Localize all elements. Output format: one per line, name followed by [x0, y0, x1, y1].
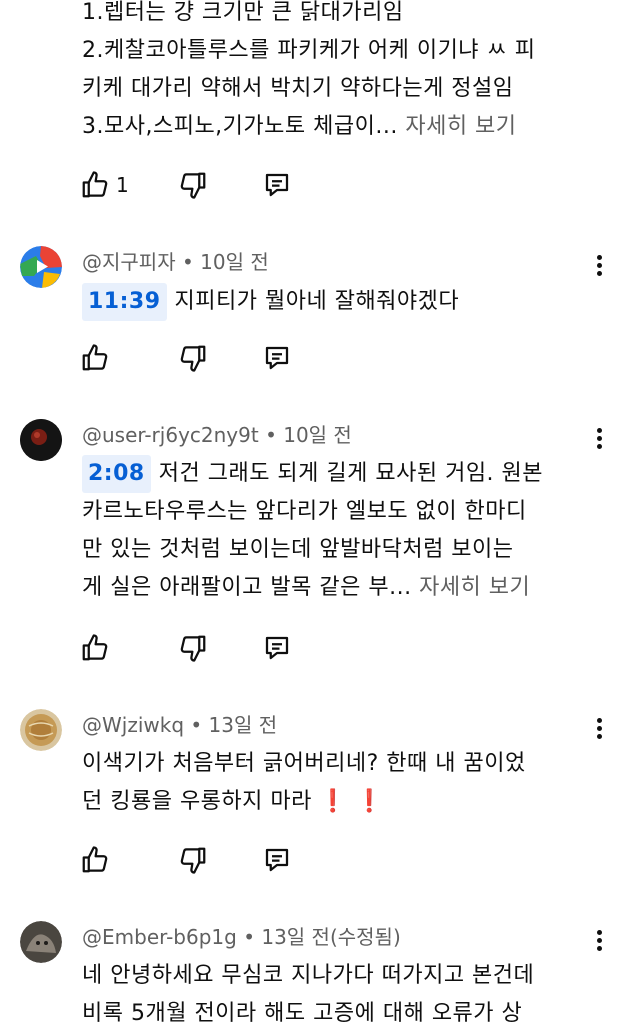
comment-text-line: 11:39 지피티가 뭘아네 잘해줘야겠다 — [82, 283, 459, 321]
author-name[interactable]: @Ember-b6p1g — [82, 925, 237, 949]
reply-button[interactable] — [262, 170, 292, 200]
reply-icon — [265, 173, 289, 197]
reply-button[interactable] — [262, 845, 292, 875]
dislike-icon — [180, 172, 206, 199]
author-name[interactable]: @지구피자 — [82, 250, 176, 274]
more-vert-icon[interactable] — [592, 252, 606, 282]
more-vert-icon[interactable] — [592, 425, 606, 455]
avatar[interactable] — [20, 709, 62, 751]
comment-text: 던 킹룡을 우롱하지 마라 — [82, 789, 312, 814]
comment-text-line: 2:08 저건 그래도 되게 길게 묘사된 거임. 원본 — [82, 455, 543, 493]
reply-icon — [265, 848, 289, 872]
comment-time: 13일 전(수정됨) — [261, 925, 401, 949]
comment-text: 저건 그래도 되게 길게 묘사된 거임. 원본 — [158, 461, 544, 486]
avatar[interactable] — [20, 419, 62, 461]
comment-meta: @지구피자 • 10일 전 — [82, 250, 269, 274]
timestamp-link[interactable]: 2:08 — [82, 455, 151, 493]
comment-text-line: 1.렙터는 걍 크기만 큰 닭대가리임 — [82, 0, 404, 25]
comment-meta: @Ember-b6p1g • 13일 전(수정됨) — [82, 925, 401, 949]
comment-text-line: 비록 5개월 전이라 해도 고증에 대해 오류가 상 — [82, 1001, 523, 1026]
comment-text: 3.모사,스피노,기가노토 체급이... — [82, 114, 398, 139]
comment-text-line: 키케 대가리 약해서 박치기 약하다는게 정설임 — [82, 76, 514, 101]
reply-button[interactable] — [262, 343, 292, 373]
like-icon — [82, 171, 108, 198]
like-button[interactable] — [80, 845, 110, 875]
exclamation-emoji: ❗ ❗ — [319, 789, 384, 814]
dislike-icon — [180, 847, 206, 874]
more-vert-icon[interactable] — [592, 927, 606, 957]
like-icon — [82, 344, 108, 371]
dislike-button[interactable] — [178, 170, 208, 200]
comment-text-line: 네 안녕하세요 무심코 지나가다 떠가지고 본건데 — [82, 963, 535, 988]
like-button[interactable] — [80, 170, 110, 200]
comment-text-line: 던 킹룡을 우롱하지 마라 ❗ ❗ — [82, 783, 383, 821]
comment-time: 13일 전 — [208, 713, 278, 737]
author-name[interactable]: @Wjziwkq — [82, 713, 184, 737]
dislike-button[interactable] — [178, 633, 208, 663]
like-icon — [82, 634, 108, 661]
comment-text-line: 2.케찰코아틀루스를 파키케가 어케 이기냐 ㅆ 피 — [82, 38, 536, 63]
reply-button[interactable] — [262, 633, 292, 663]
comment-meta: @user-rj6yc2ny9t • 10일 전 — [82, 423, 352, 447]
comment-text-line: 만 있는 것처럼 보이는데 앞발바닥처럼 보이는 — [82, 537, 514, 562]
comment-meta: @Wjziwkq • 13일 전 — [82, 713, 278, 737]
read-more-link[interactable]: 자세히 보기 — [419, 575, 530, 600]
dislike-button[interactable] — [178, 343, 208, 373]
reply-icon — [265, 636, 289, 660]
comment-text-line: 게 실은 아래팔이고 발목 같은 부... 자세히 보기 — [82, 569, 530, 607]
dislike-button[interactable] — [178, 845, 208, 875]
more-vert-icon[interactable] — [592, 715, 606, 745]
comment-time: 10일 전 — [200, 250, 269, 274]
comment-text-line: 카르노타우루스는 앞다리가 엘보도 없이 한마디 — [82, 499, 527, 524]
comment-text: 게 실은 아래팔이고 발목 같은 부... — [82, 575, 412, 600]
timestamp-link[interactable]: 11:39 — [82, 283, 167, 321]
dislike-icon — [180, 635, 206, 662]
author-name[interactable]: @user-rj6yc2ny9t — [82, 423, 259, 447]
comment-time: 10일 전 — [283, 423, 352, 447]
dislike-icon — [180, 345, 206, 372]
read-more-link[interactable]: 자세히 보기 — [405, 114, 516, 139]
comment-text-line: 이색기가 처음부터 긁어버리네? 한때 내 꿈이었 — [82, 751, 526, 776]
comment-text: 지피티가 뭘아네 잘해줘야겠다 — [174, 289, 460, 314]
comment-text-line: 3.모사,스피노,기가노토 체급이... 자세히 보기 — [82, 108, 517, 146]
avatar[interactable] — [20, 246, 62, 288]
like-button[interactable] — [80, 633, 110, 663]
like-count: 1 — [116, 173, 129, 197]
reply-icon — [265, 346, 289, 370]
like-button[interactable] — [80, 343, 110, 373]
avatar[interactable] — [20, 921, 62, 963]
like-icon — [82, 846, 108, 873]
